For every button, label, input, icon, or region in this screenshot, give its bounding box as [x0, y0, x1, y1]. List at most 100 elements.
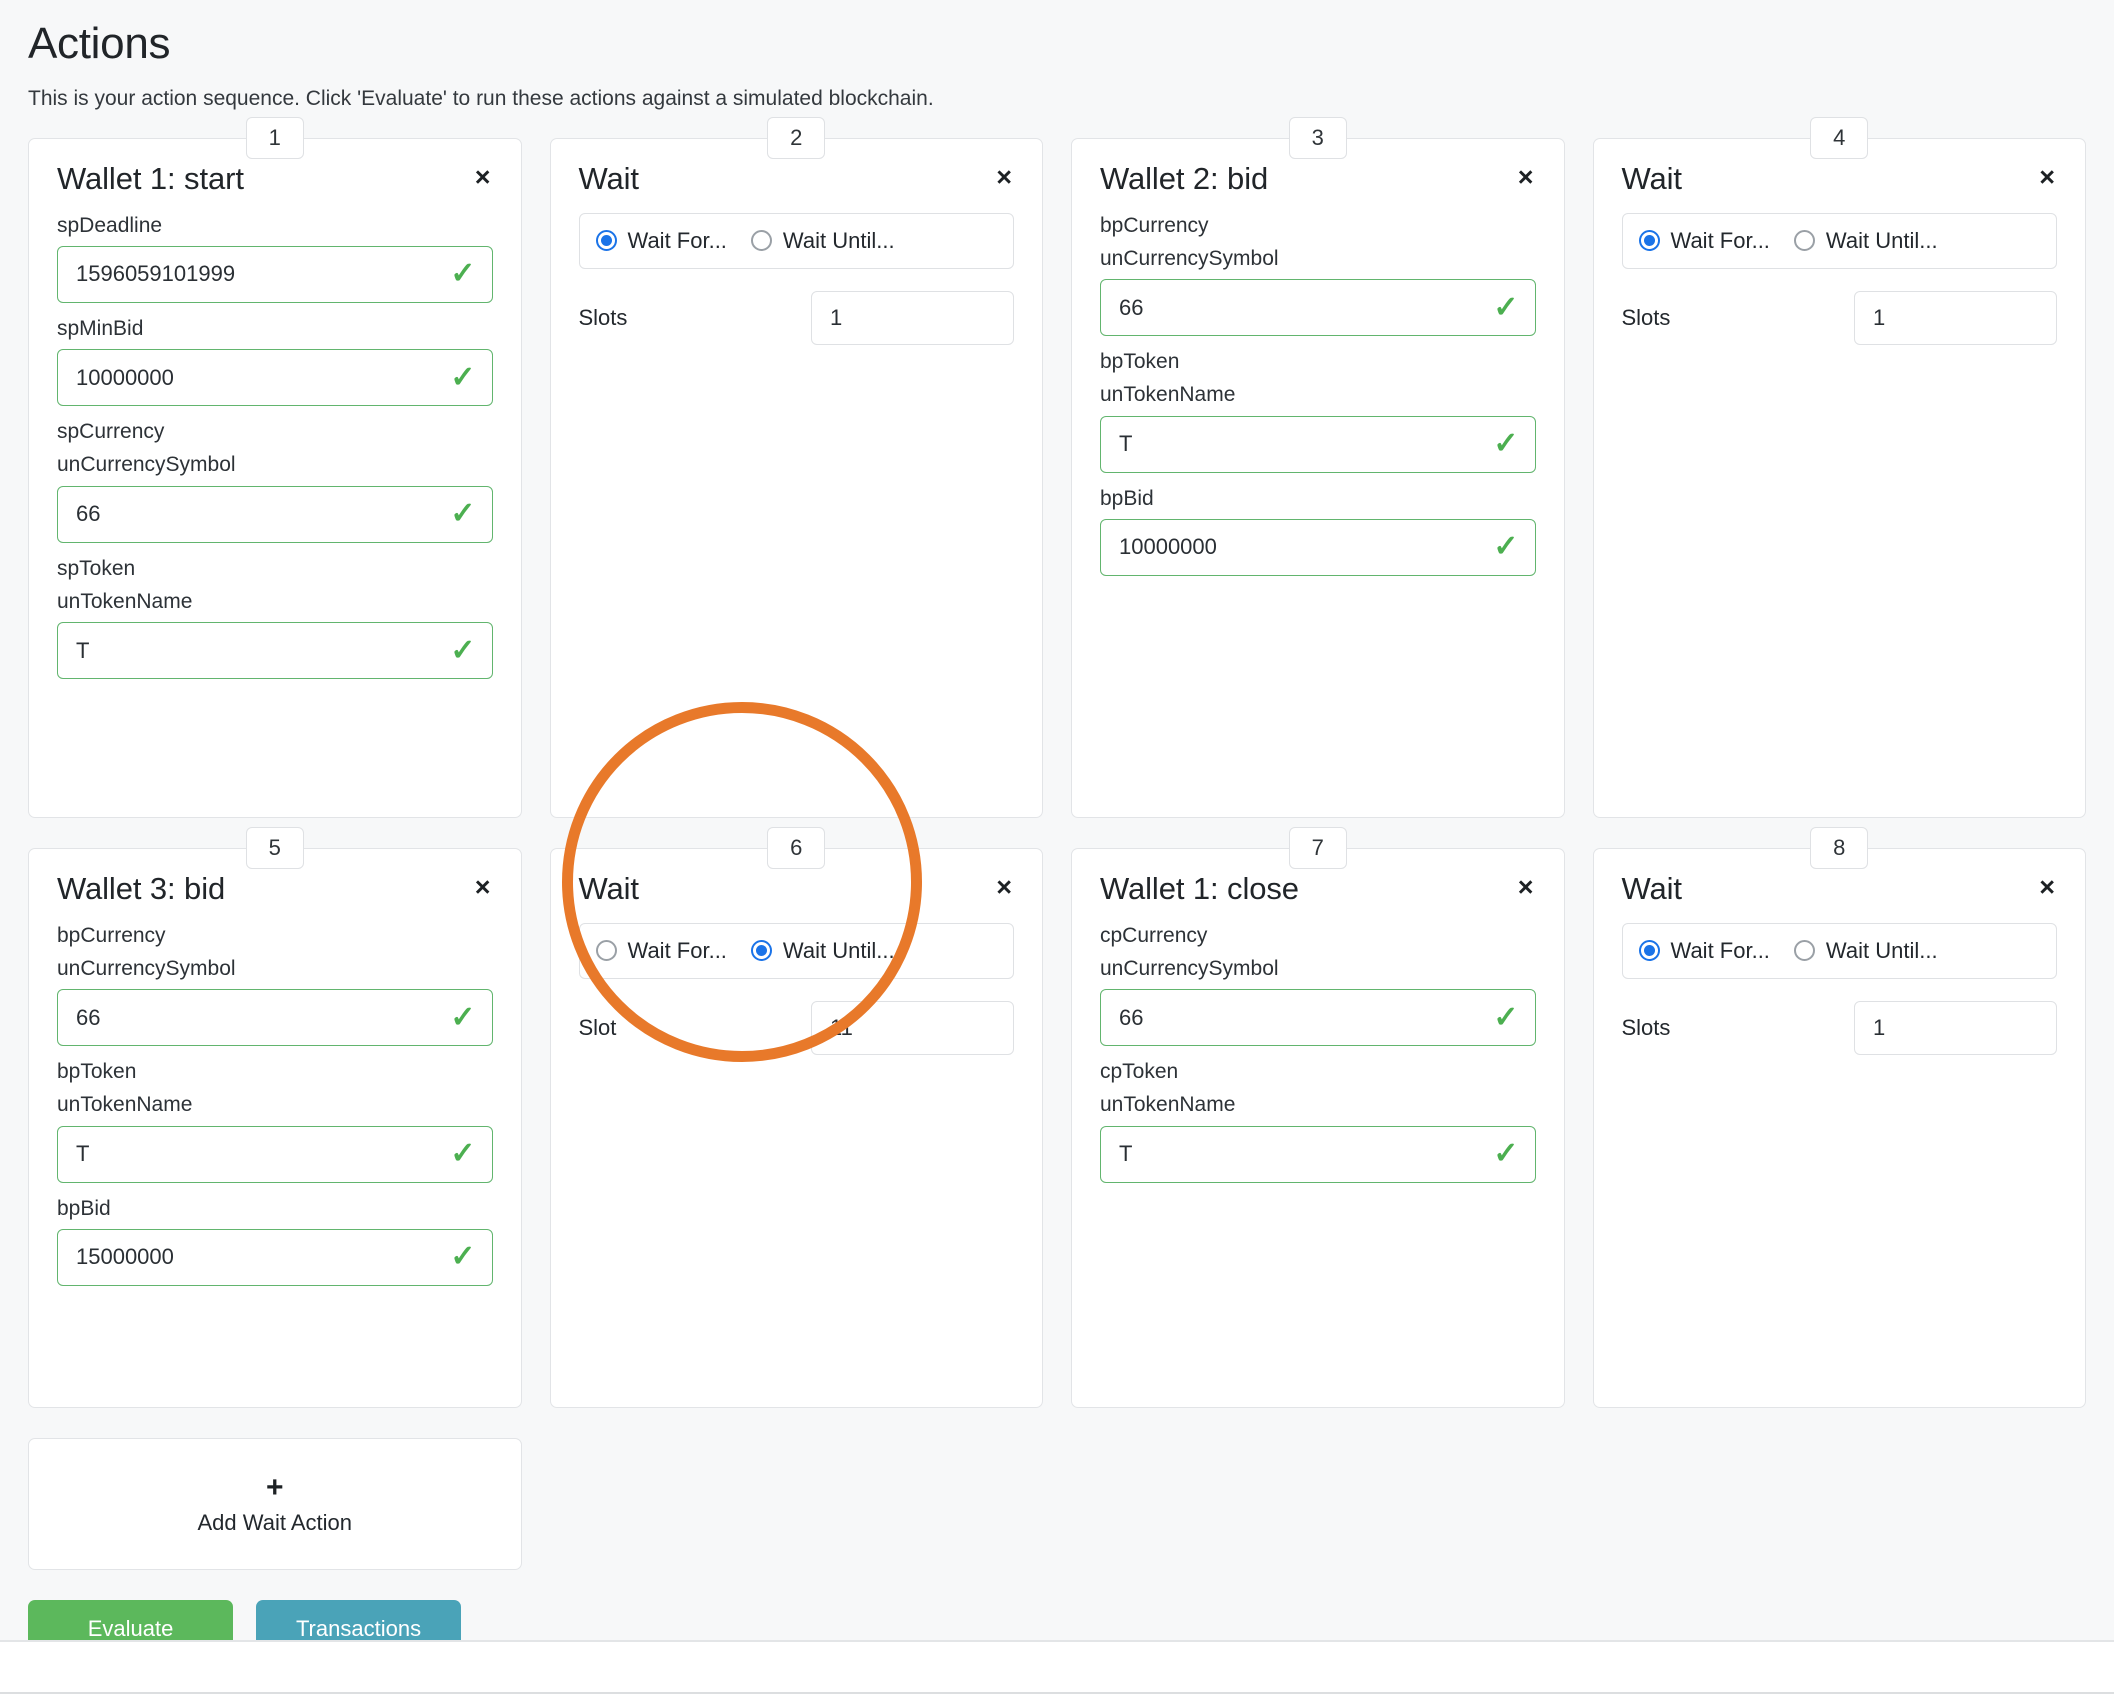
- card-header: Wallet 2: bid ×: [1100, 161, 1536, 197]
- slot-input[interactable]: 11: [811, 1000, 1014, 1055]
- field-sublabel: unCurrencySymbol: [57, 453, 236, 477]
- radio-button-icon[interactable]: [1793, 940, 1815, 962]
- radio-option-wait-for[interactable]: Wait For...: [1638, 938, 1770, 964]
- action-cards-grid: 1 Wallet 1: start × spDeadline 1596059101999…: [28, 117, 2086, 1409]
- close-icon[interactable]: ×: [2029, 871, 2057, 901]
- input-value: 10000000: [76, 364, 174, 390]
- radio-button-icon[interactable]: [595, 230, 617, 252]
- radio-button-icon[interactable]: [595, 940, 617, 962]
- radio-button-icon[interactable]: [1638, 940, 1660, 962]
- radio-option-wait-until[interactable]: Wait Until...: [1793, 227, 1938, 254]
- radio-button-icon[interactable]: [1793, 230, 1815, 252]
- text-input[interactable]: T ✓: [57, 1125, 493, 1183]
- card-header: Wait ×: [579, 161, 1015, 197]
- step-badge: 1: [245, 117, 304, 160]
- check-icon: ✓: [450, 360, 476, 394]
- close-icon[interactable]: ×: [465, 161, 493, 191]
- card-header: Wait ×: [1622, 871, 2058, 907]
- card-title: Wallet 1: start: [57, 161, 244, 197]
- text-input[interactable]: 10000000 ✓: [57, 349, 493, 407]
- close-icon[interactable]: ×: [2029, 161, 2057, 191]
- field-sublabel: unTokenName: [57, 1093, 193, 1117]
- radio-option-wait-until[interactable]: Wait Until...: [750, 938, 895, 964]
- radio-option-label: Wait Until...: [1825, 937, 1938, 963]
- wait-mode-radio-group: Wait For... Wait Until...: [1621, 212, 2057, 269]
- close-icon[interactable]: ×: [986, 161, 1014, 191]
- card-title: Wait: [578, 161, 640, 197]
- action-card-slot: 2 Wait × Wait For... Wait Until... Slots 1: [549, 117, 1043, 819]
- card-header: Wallet 3: bid ×: [57, 871, 493, 907]
- radio-option-wait-for[interactable]: Wait For...: [1638, 228, 1770, 254]
- card-header: Wallet 1: start ×: [57, 161, 493, 197]
- slot-input[interactable]: 1: [1854, 1000, 2057, 1055]
- close-icon[interactable]: ×: [986, 871, 1014, 901]
- check-icon: ✓: [1493, 1137, 1519, 1171]
- field-label: spCurrency: [57, 420, 165, 444]
- slot-input[interactable]: 1: [811, 290, 1014, 345]
- text-input[interactable]: 10000000 ✓: [1100, 518, 1536, 576]
- action-card-6: Wait × Wait For... Wait Until... Slot 11: [549, 848, 1043, 1409]
- text-input[interactable]: T ✓: [1100, 415, 1536, 473]
- slot-row: Slots 1: [579, 290, 1014, 345]
- radio-button-icon[interactable]: [750, 940, 772, 962]
- action-card-slot: 7 Wallet 1: close × cpCurrency unCurrencySym…: [1071, 827, 1565, 1409]
- text-input[interactable]: 66 ✓: [57, 485, 493, 543]
- input-value: 66: [76, 1004, 101, 1030]
- actions-page: Actions This is your action sequence. Cl…: [0, 0, 2114, 1659]
- radio-option-label: Wait For...: [627, 937, 727, 963]
- action-card-4: Wait × Wait For... Wait Until... Slots 1: [1592, 138, 2086, 819]
- radio-button-icon[interactable]: [750, 230, 772, 252]
- action-card-1: Wallet 1: start × spDeadline 1596059101999 ✓…: [28, 138, 522, 819]
- field-label: spMinBid: [57, 316, 144, 340]
- page-subtitle: This is your action sequence. Click 'Eva…: [28, 86, 934, 110]
- slot-label: Slots: [1621, 1014, 1671, 1040]
- card-header: Wallet 1: close ×: [1100, 871, 1536, 907]
- text-input[interactable]: 15000000 ✓: [57, 1228, 493, 1286]
- field-sublabel: unTokenName: [1100, 383, 1236, 407]
- action-card-slot: 1 Wallet 1: start × spDeadline 1596059101999…: [28, 117, 522, 819]
- check-icon: ✓: [450, 633, 476, 667]
- radio-option-wait-until[interactable]: Wait Until...: [1793, 937, 1938, 964]
- plus-icon: +: [265, 1470, 284, 1504]
- text-input[interactable]: 66 ✓: [1100, 279, 1536, 337]
- radio-option-wait-for[interactable]: Wait For...: [595, 228, 727, 254]
- check-icon: ✓: [450, 1137, 476, 1171]
- check-icon: ✓: [450, 257, 476, 291]
- card-title: Wallet 3: bid: [57, 871, 226, 907]
- field-label: bpBid: [57, 1196, 111, 1220]
- wait-mode-radio-group: Wait For... Wait Until...: [578, 922, 1014, 979]
- text-input[interactable]: T ✓: [1100, 1125, 1536, 1183]
- radio-option-wait-for[interactable]: Wait For...: [595, 937, 727, 964]
- slot-input[interactable]: 1: [1854, 290, 2057, 345]
- action-card-slot: 6 Wait × Wait For... Wait Until... Slot 11: [549, 827, 1043, 1409]
- close-icon[interactable]: ×: [465, 871, 493, 901]
- close-icon[interactable]: ×: [1508, 161, 1536, 191]
- check-icon: ✓: [450, 1240, 476, 1274]
- check-icon: ✓: [450, 497, 476, 531]
- card-title: Wallet 1: close: [1100, 871, 1299, 907]
- text-input[interactable]: 66 ✓: [57, 989, 493, 1047]
- add-wait-action-button[interactable]: + Add Wait Action: [28, 1438, 522, 1571]
- step-badge: 7: [1288, 827, 1347, 870]
- close-icon[interactable]: ×: [1508, 871, 1536, 901]
- action-card-slot: 5 Wallet 3: bid × bpCurrency unCurrencySymbo…: [28, 827, 522, 1409]
- radio-option-label: Wait Until...: [782, 227, 895, 253]
- text-input[interactable]: T ✓: [57, 622, 493, 680]
- field-label: bpToken: [1100, 350, 1180, 374]
- field-label: bpBid: [1100, 486, 1154, 510]
- action-card-7: Wallet 1: close × cpCurrency unCurrencySymb…: [1071, 848, 1565, 1409]
- card-title: Wait: [578, 871, 640, 907]
- slot-label: Slots: [1621, 304, 1671, 330]
- field-label: spDeadline: [57, 213, 163, 237]
- check-icon: ✓: [1493, 290, 1519, 324]
- card-header: Wait ×: [579, 871, 1015, 907]
- text-input[interactable]: 66 ✓: [1100, 989, 1536, 1047]
- radio-button-icon[interactable]: [1638, 230, 1660, 252]
- input-value: 66: [1119, 294, 1144, 320]
- radio-option-wait-until[interactable]: Wait Until...: [750, 227, 895, 254]
- step-badge: 6: [767, 827, 826, 870]
- input-value: 1596059101999: [76, 261, 236, 287]
- radio-option-label: Wait Until...: [1825, 227, 1938, 253]
- text-input[interactable]: 1596059101999 ✓: [57, 245, 493, 303]
- field-label: bpCurrency: [57, 923, 166, 947]
